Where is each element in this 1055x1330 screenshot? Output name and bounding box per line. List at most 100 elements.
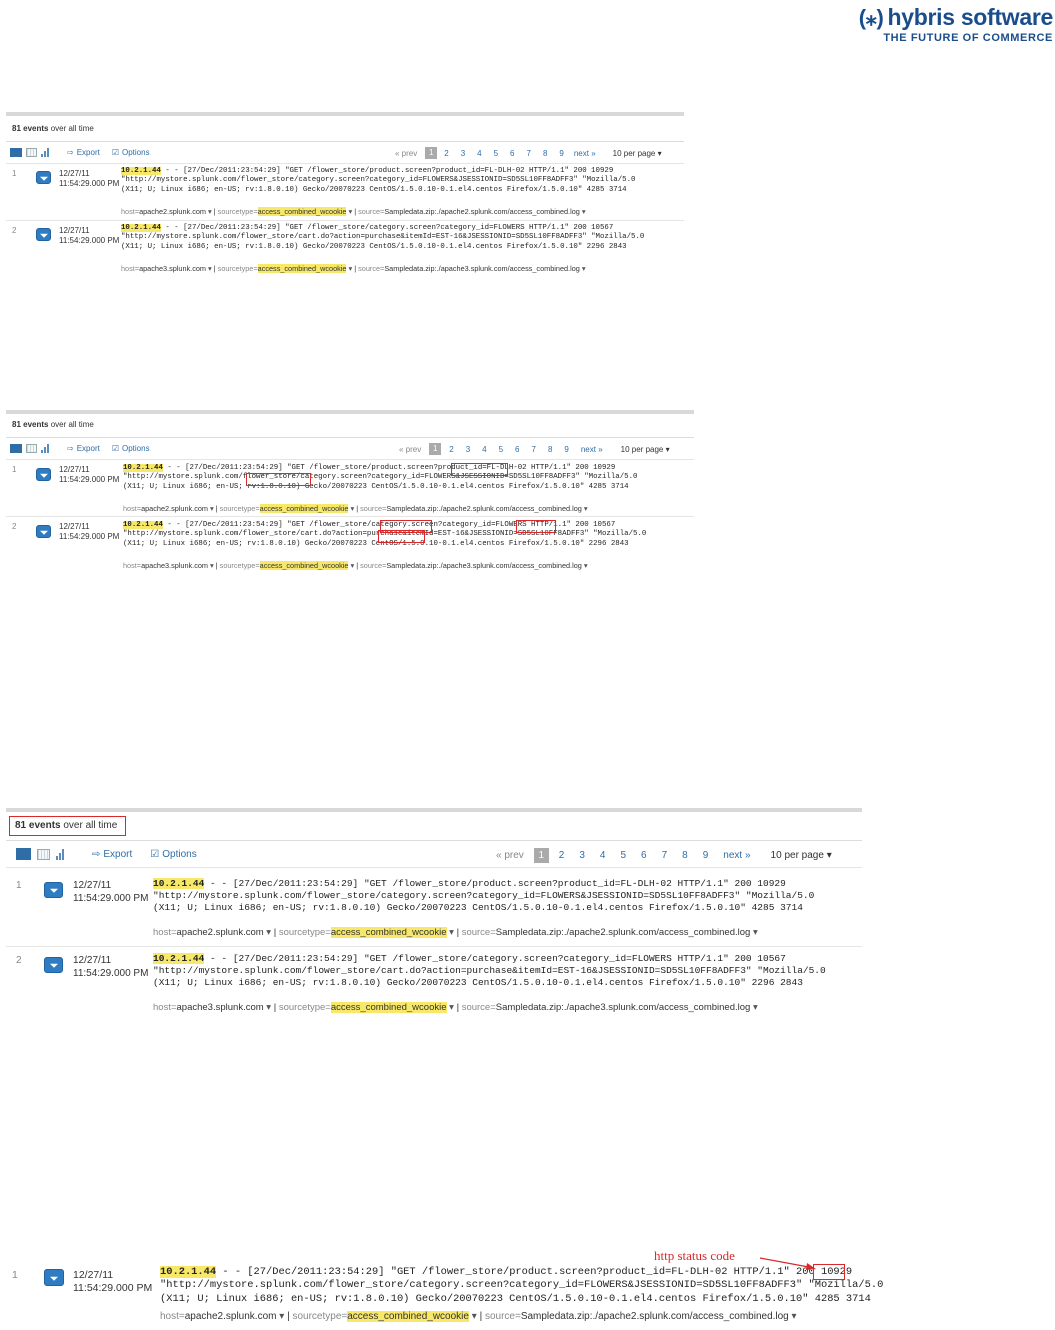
sourcetype-value[interactable]: access_combined_wcookie [330,1002,447,1013]
source-value[interactable]: Sampledata.zip:./apache3.splunk.com/acce… [386,561,582,570]
page-4[interactable]: 4 [600,850,606,861]
page-4[interactable]: 4 [477,149,481,158]
event-menu-button[interactable] [44,882,63,898]
page-1[interactable]: 1 [429,443,442,455]
event-menu-button[interactable] [36,468,51,481]
page-6[interactable]: 6 [510,149,514,158]
export-button[interactable]: ⇨ Export [92,849,132,860]
results-panel-4: 1 12/27/11 11:54:29.000 PM 10.2.1.44 - - … [6,1244,1006,1328]
event-number: 2 [16,955,22,966]
event-timestamp: 12/27/11 11:54:29.000 PM [59,169,120,188]
sourcetype-value[interactable]: access_combined_wcookie [257,207,347,216]
page-2[interactable]: 2 [449,445,453,454]
event-menu-button[interactable] [36,525,51,538]
event-timestamp: 12/27/11 11:54:29.000 PM [73,1269,153,1295]
per-page-select[interactable]: 10 per page ▾ [771,850,832,861]
export-icon: ⇨ [67,148,74,157]
sourcetype-value[interactable]: access_combined_wcookie [259,504,349,513]
source-value[interactable]: Sampledata.zip:./apache3.splunk.com/acce… [496,1002,751,1013]
highlight-status-code [813,1264,845,1280]
source-value[interactable]: Sampledata.zip:./apache3.splunk.com/acce… [384,264,580,273]
source-value[interactable]: Sampledata.zip:./apache2.splunk.com/acce… [384,207,580,216]
chart-view-icon[interactable] [41,148,51,157]
highlight-flowers [516,520,556,533]
options-button[interactable]: ☑ Options [112,444,150,453]
page-3[interactable]: 3 [466,445,470,454]
hybris-logo-icon: (⁎) [858,4,884,30]
sourcetype-value[interactable]: access_combined_wcookie [259,561,349,570]
list-view-icon[interactable] [16,848,31,860]
host-value[interactable]: apache3.splunk.com [177,1002,264,1013]
event-menu-button[interactable] [44,957,63,973]
event-row: 2 12/27/11 11:54:29.000 PM 10.2.1.44 - - … [6,220,684,276]
source-value[interactable]: Sampledata.zip:./apache2.splunk.com/acce… [521,1311,789,1322]
per-page-select[interactable]: 10 per page ▾ [613,149,662,158]
event-fields: host=apache2.splunk.com ▾ | sourcetype=a… [123,504,588,513]
prev-link[interactable]: « prev [496,850,524,861]
list-view-icon[interactable] [10,444,22,453]
page-1[interactable]: 1 [425,147,438,159]
page-7[interactable]: 7 [527,149,531,158]
page-3[interactable]: 3 [461,149,465,158]
page-5[interactable]: 5 [494,149,498,158]
event-timestamp: 12/27/11 11:54:29.000 PM [73,880,149,904]
next-link[interactable]: next » [574,149,596,158]
page-9[interactable]: 9 [703,850,709,861]
export-button[interactable]: ⇨ Export [67,444,100,453]
page-7[interactable]: 7 [662,850,668,861]
page-9[interactable]: 9 [559,149,563,158]
table-view-icon[interactable] [37,848,50,860]
results-panel-1: 81 events over all time ⇨ Export ☑ Options… [6,112,684,278]
source-value[interactable]: Sampledata.zip:./apache2.splunk.com/acce… [386,504,582,513]
page-7[interactable]: 7 [532,445,536,454]
page-3[interactable]: 3 [579,850,585,861]
page-8[interactable]: 8 [548,445,552,454]
page-5[interactable]: 5 [620,850,626,861]
page-8[interactable]: 8 [682,850,688,861]
event-fields: host=apache2.splunk.com ▾ | sourcetype=a… [160,1311,797,1322]
options-button[interactable]: ☑ Options [112,148,150,157]
host-value[interactable]: apache3.splunk.com [139,264,206,273]
event-number: 2 [12,522,17,531]
page-5[interactable]: 5 [499,445,503,454]
sourcetype-value[interactable]: access_combined_wcookie [257,264,347,273]
list-view-icon[interactable] [10,148,22,157]
prev-link[interactable]: « prev [399,445,421,454]
host-value[interactable]: apache3.splunk.com [141,561,208,570]
hybris-logo: (⁎) hybris software THE FUTURE OF COMMERC… [858,4,1054,44]
page-2[interactable]: 2 [559,850,565,861]
table-view-icon[interactable] [26,444,37,453]
event-menu-button[interactable] [36,171,51,184]
page-2[interactable]: 2 [444,149,448,158]
chart-view-icon[interactable] [56,848,68,860]
host-value[interactable]: apache2.splunk.com [185,1311,277,1322]
event-raw: 10.2.1.44 - - [27/Dec/2011:23:54:29] "GE… [153,878,815,914]
export-button[interactable]: ⇨ Export [67,148,100,157]
event-fields: host=apache2.splunk.com ▾ | sourcetype=a… [121,207,586,216]
page-1[interactable]: 1 [533,848,549,863]
results-panel-2: 81 events over all time ⇨ Export ☑ Options… [6,410,694,576]
source-value[interactable]: Sampledata.zip:./apache2.splunk.com/acce… [496,927,751,938]
sourcetype-value[interactable]: access_combined_wcookie [347,1311,469,1322]
chart-view-icon[interactable] [41,444,51,453]
next-link[interactable]: next » [581,445,603,454]
next-link[interactable]: next » [723,850,750,861]
prev-link[interactable]: « prev [395,149,417,158]
per-page-select[interactable]: 10 per page ▾ [621,445,670,454]
host-value[interactable]: apache2.splunk.com [139,207,206,216]
event-menu-button[interactable] [36,228,51,241]
page-6[interactable]: 6 [515,445,519,454]
host-value[interactable]: apache2.splunk.com [177,927,264,938]
event-fields: host=apache2.splunk.com ▾ | sourcetype=a… [153,927,758,938]
event-menu-button[interactable] [44,1269,64,1286]
event-count: 81 events over all time [12,420,94,429]
sourcetype-value[interactable]: access_combined_wcookie [330,927,447,938]
host-value[interactable]: apache2.splunk.com [141,504,208,513]
page-6[interactable]: 6 [641,850,647,861]
page-9[interactable]: 9 [564,445,568,454]
event-number: 1 [12,1269,18,1281]
page-4[interactable]: 4 [482,445,486,454]
page-8[interactable]: 8 [543,149,547,158]
options-button[interactable]: ☑ Options [150,849,196,860]
table-view-icon[interactable] [26,148,37,157]
